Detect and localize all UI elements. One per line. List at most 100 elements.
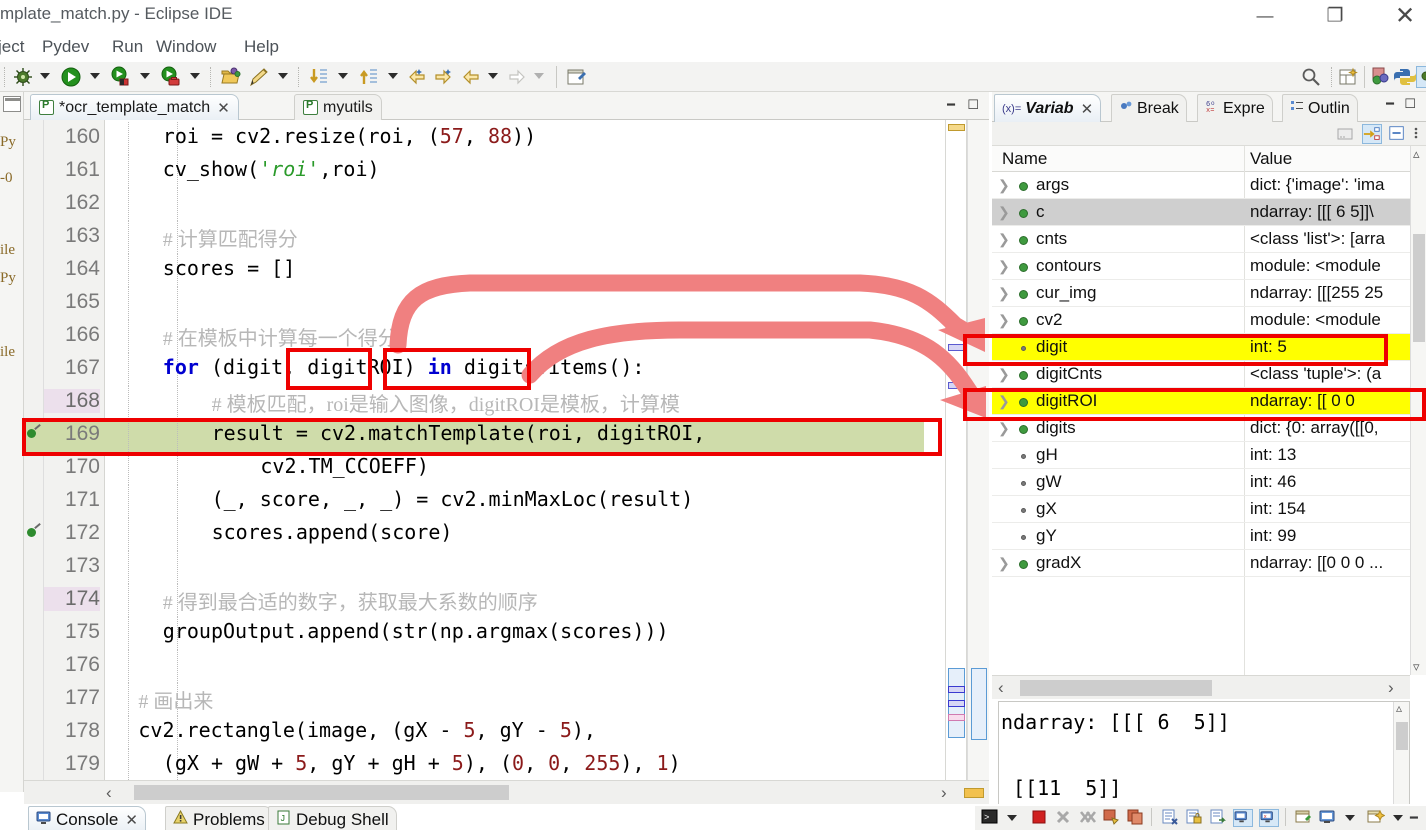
variable-row[interactable]: ❯ cur_img ndarray: [[[255 25 (992, 280, 1426, 307)
search-icon[interactable] (1300, 66, 1322, 88)
clear-console-icon[interactable] (1103, 809, 1123, 827)
code-line[interactable]: 160 roi = cv2.resize(roi, (57, 88)) (24, 122, 959, 155)
scroll-right-icon[interactable]: › (1388, 678, 1394, 698)
open-resource-icon[interactable] (220, 66, 242, 88)
code-line[interactable]: 173 (24, 551, 959, 584)
variables-horizontal-scrollbar[interactable]: ‹ › (992, 675, 1410, 699)
code-line[interactable]: 164 scores = [] (24, 254, 959, 287)
variable-row[interactable]: gH int: 13 (992, 442, 1426, 469)
code-line[interactable]: 176 (24, 650, 959, 683)
breakpoint-marker[interactable] (26, 425, 41, 440)
menu-item-window[interactable]: Window (152, 35, 220, 59)
show-console-on-output-icon[interactable] (1233, 809, 1253, 827)
scrollbar-thumb[interactable] (1396, 722, 1408, 750)
close-icon[interactable]: ✕ (217, 99, 230, 117)
show-logical-structure-icon[interactable] (1362, 124, 1382, 144)
maximize-editor-icon[interactable]: ☐ (967, 97, 979, 113)
expand-chevron-icon[interactable]: ❯ (998, 555, 1010, 572)
variable-row[interactable]: digit int: 5 (992, 334, 1426, 361)
variables-vertical-scrollbar[interactable]: ▵ ▿ (1410, 146, 1426, 675)
scroll-left-icon[interactable]: ‹ (106, 783, 112, 803)
clear-icon[interactable] (1161, 809, 1181, 827)
back-icon[interactable] (460, 66, 482, 88)
variable-row[interactable]: ❯ contours module: <module (992, 253, 1426, 280)
variable-row[interactable]: ❯ cv2 module: <module (992, 307, 1426, 334)
new-window-icon[interactable] (566, 66, 588, 88)
console-dropdown-arrow[interactable] (1007, 815, 1017, 821)
word-wrap-icon[interactable] (1209, 809, 1229, 827)
run-coverage-dropdown-arrow[interactable] (140, 73, 150, 79)
code-line[interactable]: 169 result = cv2.matchTemplate(roi, digit… (24, 419, 959, 452)
previous-annotation-icon[interactable] (358, 66, 380, 88)
variable-row[interactable]: ❯ c ndarray: [[[ 6 5]]\ (992, 199, 1426, 226)
view-menu-icon[interactable] (1412, 124, 1426, 144)
display-selected-console-icon[interactable]: > (981, 809, 1001, 827)
debug-perspective-icon[interactable] (1370, 66, 1392, 88)
edit-marker-icon[interactable] (248, 66, 270, 88)
editor-vertical-scrollbar[interactable] (967, 120, 989, 780)
run-coverage-icon[interactable] (110, 66, 132, 88)
expand-chevron-icon[interactable]: ❯ (998, 285, 1010, 302)
minimize-console-icon[interactable]: ━ (1410, 810, 1418, 826)
scroll-left-icon[interactable]: ‹ (998, 678, 1004, 698)
editor-tab-myutils[interactable]: myutils (294, 94, 382, 120)
column-header-value[interactable]: Value (1250, 149, 1292, 169)
scrollbar-thumb[interactable] (1020, 680, 1212, 696)
scroll-up-icon[interactable]: ▵ (1396, 702, 1402, 715)
code-line[interactable]: 167 for (digit, digitROI) in digits.items… (24, 353, 959, 386)
debug-perspective-active-icon[interactable] (1416, 66, 1426, 88)
menu-item-run[interactable]: Run (108, 35, 147, 59)
external-tools-icon[interactable] (160, 66, 182, 88)
expand-chevron-icon[interactable]: ❯ (998, 231, 1010, 248)
expand-chevron-icon[interactable]: ❯ (998, 312, 1010, 329)
external-tools-dropdown-arrow[interactable] (190, 73, 200, 79)
pydev-perspective-icon[interactable] (1394, 66, 1416, 88)
expand-chevron-icon[interactable]: ❯ (998, 177, 1010, 194)
code-line[interactable]: 179 (gX + gW + 5, gY + gH + 5), (0, 0, 25… (24, 749, 959, 782)
code-line[interactable]: 178 cv2.rectangle(image, (gX - 5, gY - 5)… (24, 716, 959, 749)
pin-console-icon[interactable] (1295, 809, 1315, 827)
menu-item-pydev[interactable]: Pydev (38, 35, 93, 59)
tab-variables[interactable]: (x)= Variab ✕ (994, 94, 1102, 122)
new-console-view-icon[interactable] (1367, 809, 1387, 827)
collapse-all-icon[interactable] (1388, 124, 1408, 144)
close-button[interactable]: ✕ (1382, 0, 1426, 32)
close-icon[interactable]: ✕ (1081, 100, 1094, 118)
scroll-lock-icon[interactable] (1185, 809, 1205, 827)
variable-row[interactable]: gW int: 46 (992, 469, 1426, 496)
scroll-right-icon[interactable]: › (941, 783, 947, 803)
tab-debug-shell[interactable]: J Debug Shell (268, 806, 397, 830)
scroll-down-icon[interactable]: ▿ (1413, 659, 1420, 675)
terminate-icon[interactable] (1031, 809, 1051, 827)
editor-tab-ocr-template-match[interactable]: *ocr_template_match ✕ (30, 94, 239, 120)
edit-marker-dropdown-arrow[interactable] (278, 73, 288, 79)
expand-chevron-icon[interactable]: ❯ (998, 393, 1010, 410)
previous-annotation-dropdown-arrow[interactable] (388, 73, 398, 79)
expand-chevron-icon[interactable]: ❯ (998, 204, 1010, 221)
maximize-button[interactable]: ❐ (1312, 0, 1358, 32)
code-line[interactable]: 174 # 得到最合适的数字，获取最大系数的顺序 (24, 584, 959, 617)
next-annotation-icon[interactable] (308, 66, 330, 88)
variable-row[interactable]: ❯ args dict: {'image': 'ima (992, 172, 1426, 199)
debug-icon[interactable] (12, 66, 34, 88)
code-line[interactable]: 177 # 画出来 (24, 683, 959, 716)
code-line[interactable]: 163 # 计算匹配得分 (24, 221, 959, 254)
editor-horizontal-scrollbar[interactable]: ‹ › (24, 780, 989, 804)
open-perspective-icon[interactable] (1338, 66, 1360, 88)
scrollbar-thumb[interactable] (1413, 234, 1425, 342)
code-line[interactable]: 175 groupOutput.append(str(np.argmax(scor… (24, 617, 959, 650)
code-line[interactable]: 172 scores.append(score) (24, 518, 959, 551)
restore-view-icon[interactable] (3, 96, 21, 112)
overview-ruler[interactable] (945, 120, 967, 780)
variable-row[interactable]: gY int: 99 (992, 523, 1426, 550)
debug-dropdown-arrow[interactable] (40, 73, 50, 79)
minimize-view-icon[interactable]: ━ (1386, 96, 1394, 112)
breakpoint-marker[interactable] (26, 524, 41, 539)
minimize-button[interactable]: — (1242, 0, 1288, 32)
menu-item-help[interactable]: Help (240, 35, 283, 59)
open-console-dropdown-arrow[interactable] (1345, 815, 1355, 821)
forward-to-icon[interactable] (432, 66, 454, 88)
copy-console-icon[interactable] (1127, 809, 1147, 827)
variable-row[interactable]: gX int: 154 (992, 496, 1426, 523)
maximize-view-icon[interactable]: ☐ (1404, 96, 1416, 112)
